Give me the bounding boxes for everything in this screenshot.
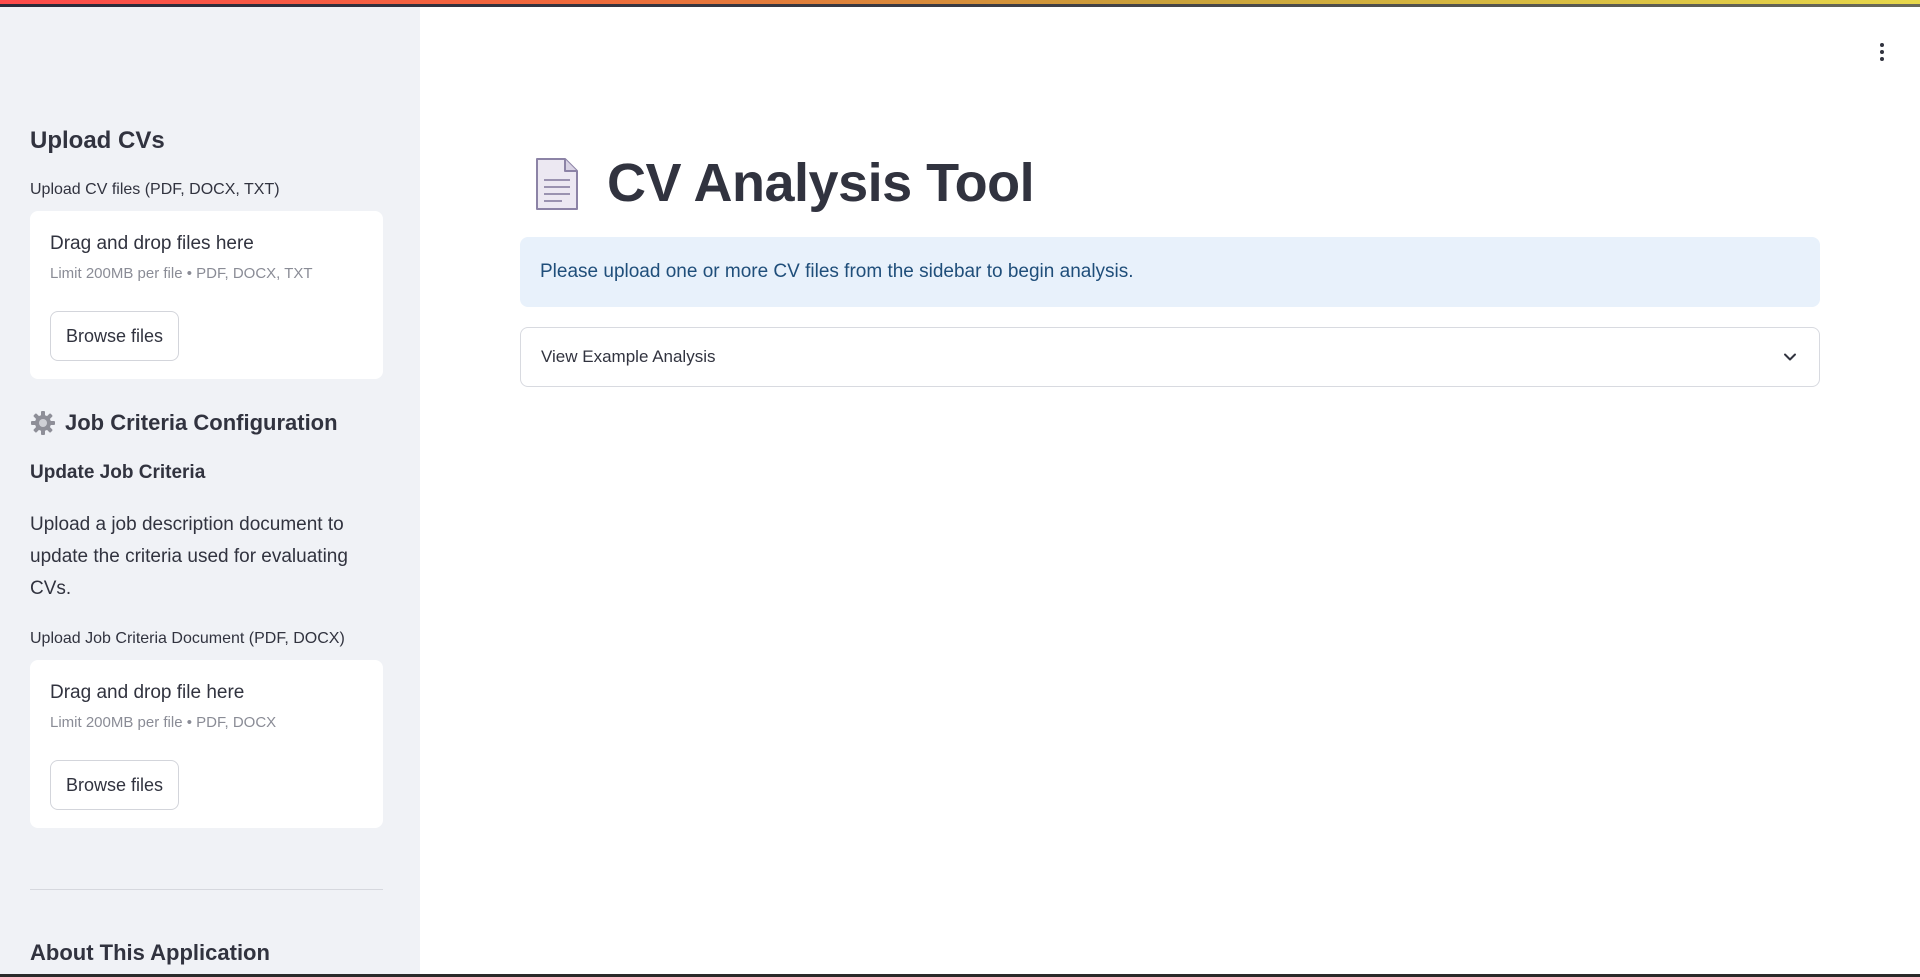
about-heading: About This Application — [30, 940, 270, 965]
info-message-box: Please upload one or more CV files from … — [520, 237, 1820, 307]
page-title: CV Analysis Tool — [607, 153, 1035, 213]
job-drop-text: Drag and drop file here — [50, 682, 245, 703]
cv-drop-text: Drag and drop files here — [50, 233, 254, 254]
sidebar-divider — [30, 889, 383, 890]
expander-label: View Example Analysis — [541, 347, 716, 366]
update-criteria-description: Upload a job description document to upd… — [30, 514, 348, 599]
sidebar: Upload CVs Upload CV files (PDF, DOCX, T… — [0, 0, 420, 977]
gear-icon — [31, 411, 55, 435]
cv-file-uploader[interactable]: Drag and drop files here Limit 200MB per… — [30, 211, 383, 379]
cv-uploader-label: Upload CV files (PDF, DOCX, TXT) — [30, 181, 280, 198]
top-decoration-stripe — [0, 0, 1920, 7]
job-uploader-label: Upload Job Criteria Document (PDF, DOCX) — [30, 630, 345, 647]
job-browse-files-button[interactable]: Browse files — [50, 760, 180, 810]
update-job-criteria-heading: Update Job Criteria — [30, 462, 206, 483]
example-analysis-expander[interactable]: View Example Analysis — [520, 327, 1820, 387]
info-message-text: Please upload one or more CV files from … — [540, 261, 1134, 282]
job-criteria-file-uploader[interactable]: Drag and drop file here Limit 200MB per … — [30, 660, 383, 828]
main-content: CV Analysis Tool Please upload one or mo… — [420, 0, 1920, 977]
page-facing-up-icon — [536, 158, 578, 210]
cv-browse-files-button[interactable]: Browse files — [50, 311, 180, 361]
job-limit-text: Limit 200MB per file • PDF, DOCX — [50, 714, 277, 731]
cv-limit-text: Limit 200MB per file • PDF, DOCX, TXT — [50, 265, 313, 282]
kebab-menu-icon[interactable] — [1874, 40, 1890, 64]
job-criteria-config-heading: Job Criteria Configuration — [65, 410, 338, 435]
chevron-down-icon — [1784, 353, 1796, 361]
upload-cvs-heading: Upload CVs — [30, 127, 165, 154]
